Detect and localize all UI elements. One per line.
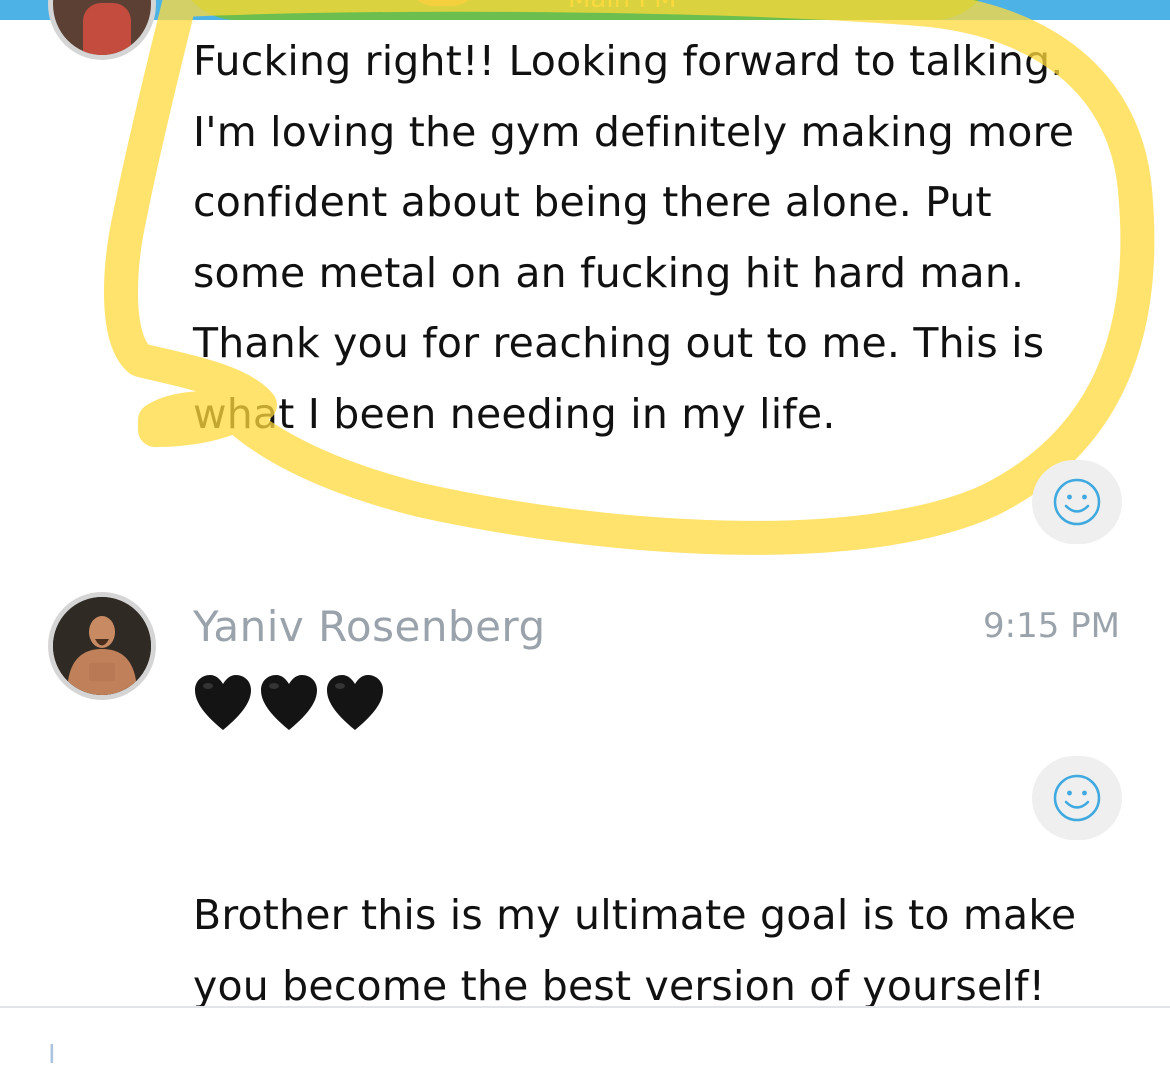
message-line: Thank you for reaching out to me. This i… [193,319,1045,367]
text-cursor: I [48,1040,56,1070]
message-composer[interactable] [0,1006,1170,1064]
message-line: Brother this is my ultimate goal is to m… [193,891,1077,939]
avatar[interactable] [48,592,156,700]
top-bar: Main PM [0,0,1170,20]
black-heart-icon [327,675,383,730]
smiley-icon [1053,774,1101,822]
avatar-photo [83,3,131,55]
message-line: Fucking right!! Looking forward to talki… [193,37,1064,85]
sender-name[interactable]: Yaniv Rosenberg [193,602,546,651]
message-body: Fucking right!! Looking forward to talki… [193,26,1153,449]
heart-emoji-message [193,672,385,736]
message-line: I'm loving the gym definitely making mor… [193,107,1075,156]
add-reaction-button[interactable] [1032,460,1122,544]
message-line: some metal on an fucking hit hard man. [193,248,1025,297]
avatar[interactable] [48,0,156,60]
message-body: Brother this is my ultimate goal is to m… [193,880,1153,1021]
header-title: Main PM [568,0,676,14]
message-line: confident about being there alone. Put [193,178,992,226]
avatar-photo [53,597,151,695]
message-line: what I been needing in my life. [193,389,836,438]
smiley-icon [1053,478,1101,526]
add-reaction-button[interactable] [1032,756,1122,840]
black-heart-icon [261,675,317,730]
message-timestamp: 9:15 PM [983,606,1120,646]
black-heart-icon [195,675,251,730]
